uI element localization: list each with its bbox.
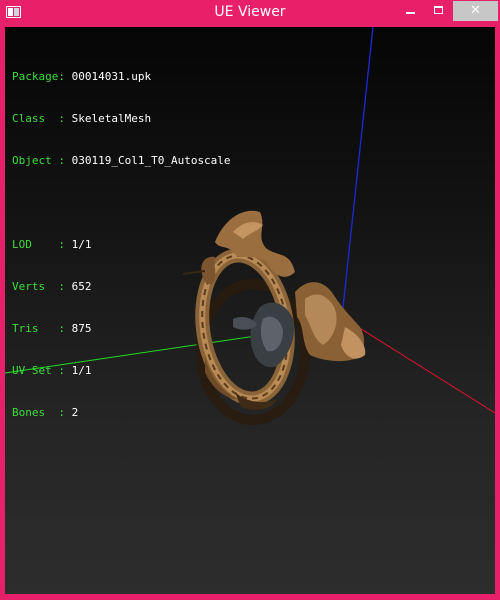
verts-label: Verts :	[12, 280, 65, 293]
minimize-icon	[406, 12, 415, 14]
info-row-uvset: UV Set : 1/1	[12, 364, 231, 378]
info-row-object: Object : 030119_Col1_T0_Autoscale	[12, 154, 231, 168]
close-icon: ✕	[470, 3, 481, 18]
info-row-bones: Bones : 2	[12, 406, 231, 420]
object-value: 030119_Col1_T0_Autoscale	[71, 154, 231, 167]
3d-viewport[interactable]: Package: 00014031.upk Class : SkeletalMe…	[5, 27, 495, 594]
package-label: Package:	[12, 70, 65, 83]
class-value: SkeletalMesh	[71, 112, 152, 125]
info-row-tris: Tris : 875	[12, 322, 231, 336]
lod-label: LOD :	[12, 238, 65, 251]
info-row-class: Class : SkeletalMesh	[12, 112, 231, 126]
maximize-icon	[434, 6, 443, 14]
maximize-button[interactable]	[426, 0, 453, 21]
object-label: Object :	[12, 154, 65, 167]
tris-value: 875	[71, 322, 92, 335]
title-bar[interactable]: UE Viewer ✕	[0, 0, 500, 27]
verts-value: 652	[71, 280, 92, 293]
app-window: UE Viewer ✕ Package: 00014031.upk Class …	[0, 0, 500, 600]
uvset-label: UV Set :	[12, 364, 65, 377]
lod-value: 1/1	[71, 238, 92, 251]
z-axis-line	[341, 27, 374, 318]
class-label: Class :	[12, 112, 65, 125]
info-row-package: Package: 00014031.upk	[12, 70, 231, 84]
info-row-lod: LOD : 1/1	[12, 238, 231, 252]
x-axis-line	[341, 316, 495, 414]
info-row-verts: Verts : 652	[12, 280, 231, 294]
minimize-button[interactable]	[396, 0, 426, 21]
tris-label: Tris :	[12, 322, 65, 335]
uvset-value: 1/1	[71, 364, 92, 377]
bones-label: Bones :	[12, 406, 65, 419]
bones-value: 2	[71, 406, 79, 419]
mesh-info-panel: Package: 00014031.upk Class : SkeletalMe…	[12, 42, 231, 448]
package-value: 00014031.upk	[71, 70, 152, 83]
close-button[interactable]: ✕	[453, 1, 498, 21]
